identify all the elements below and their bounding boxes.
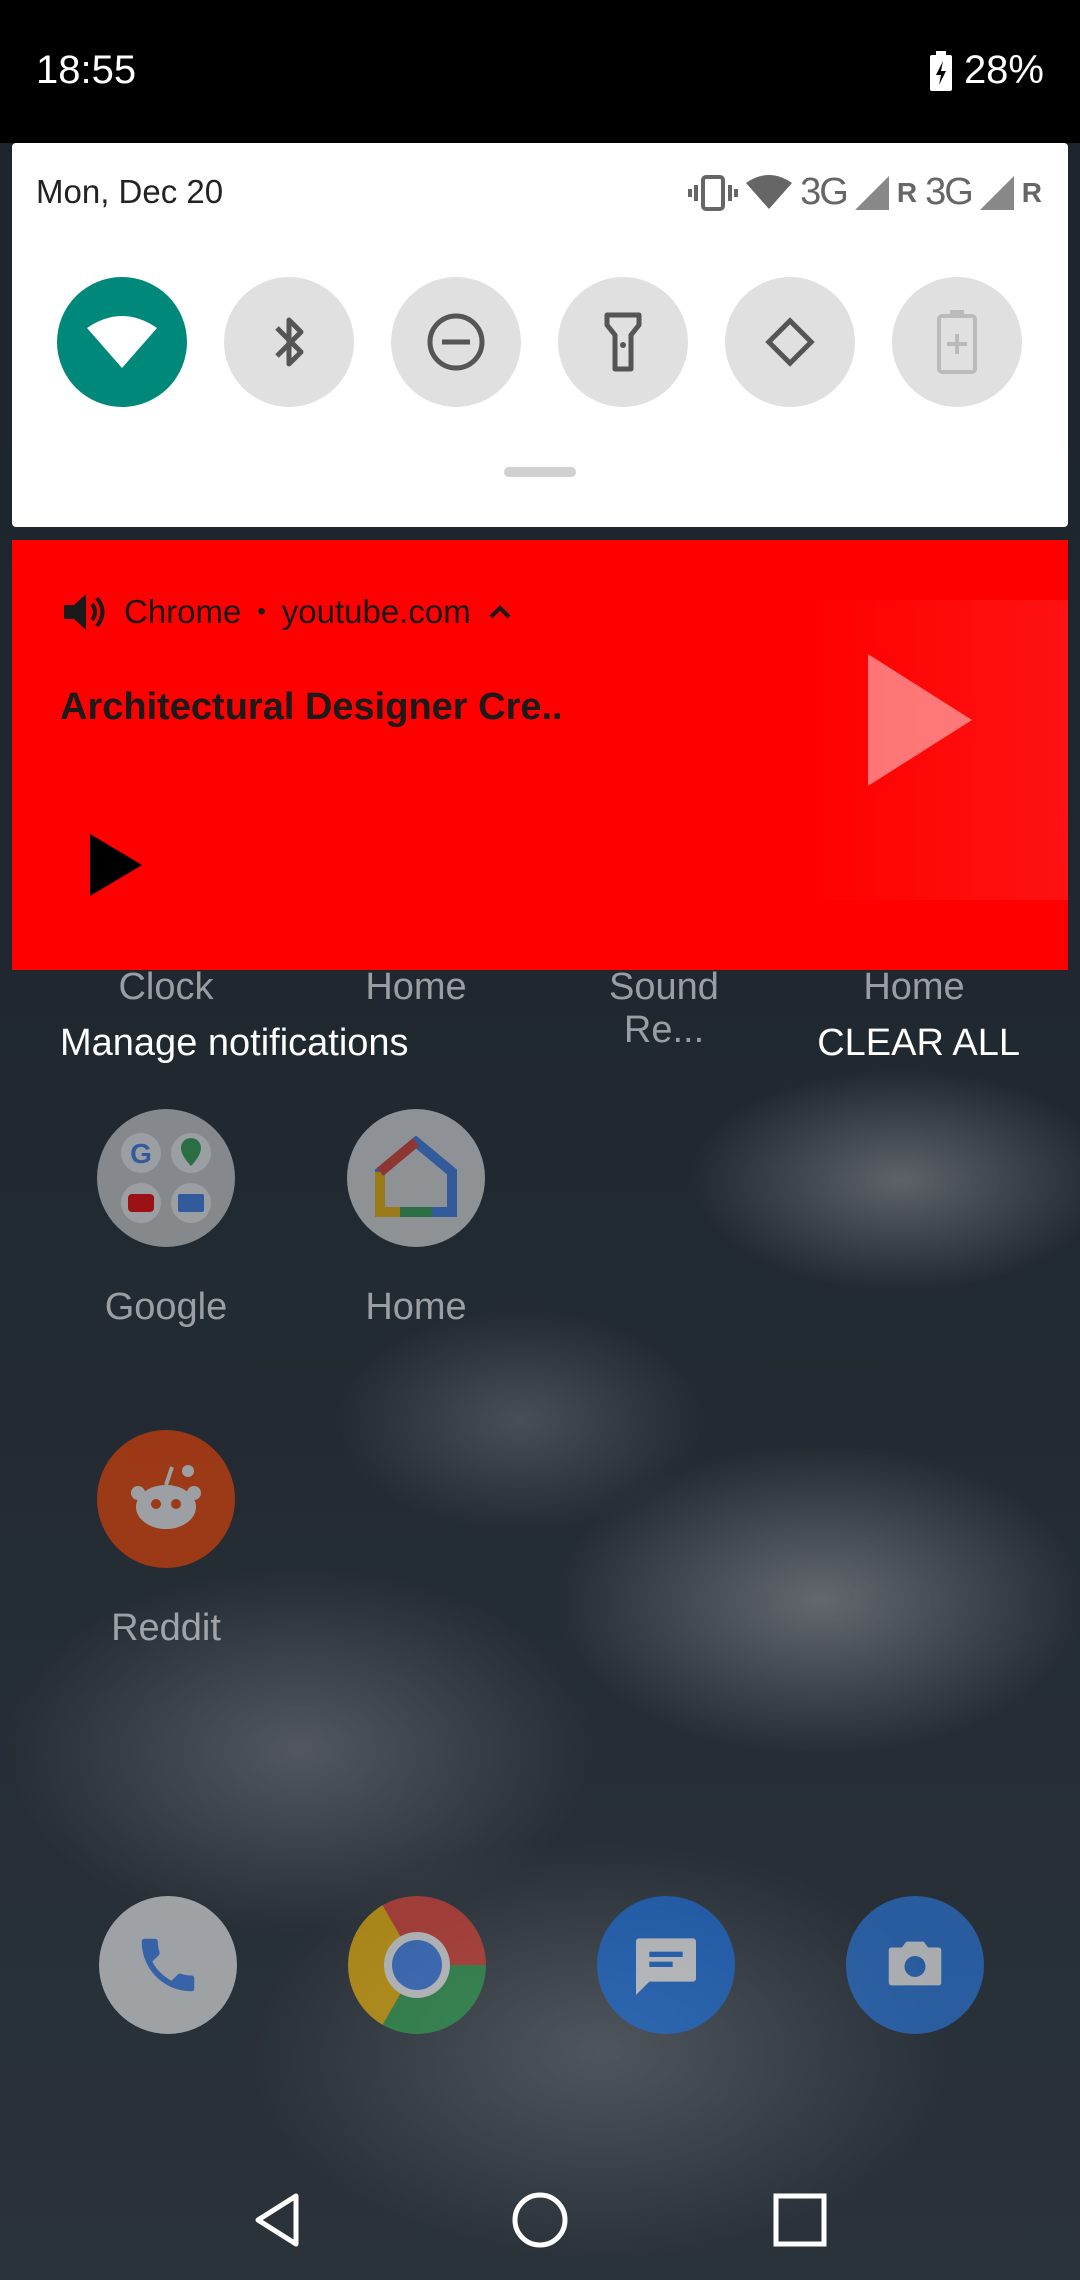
drag-handle[interactable] xyxy=(504,467,576,477)
battery-percent: 28% xyxy=(963,48,1044,92)
svg-text:G: G xyxy=(130,1138,152,1169)
tile-auto-rotate[interactable] xyxy=(725,277,855,407)
tile-wifi[interactable] xyxy=(57,277,187,407)
wifi-icon xyxy=(87,316,157,368)
flashlight-icon xyxy=(604,312,642,372)
battery-indicator: 28% xyxy=(929,48,1044,93)
roaming-indicator-2: R xyxy=(1021,176,1042,208)
recents-button[interactable] xyxy=(760,2180,840,2260)
clear-all-button[interactable]: CLEAR ALL xyxy=(817,1022,1020,1065)
dnd-icon xyxy=(427,313,485,371)
chrome-icon[interactable] xyxy=(348,1896,486,2034)
chrome-center xyxy=(384,1932,450,1998)
tile-battery-saver[interactable] xyxy=(892,277,1022,407)
roaming-indicator-1: R xyxy=(896,176,918,208)
camera-icon[interactable] xyxy=(846,1896,984,2034)
app-label-home-3: Home xyxy=(365,1286,467,1328)
status-bar: 18:55 28% xyxy=(0,0,1080,143)
clock-time: 18:55 xyxy=(36,48,137,92)
notification-app-name: Chrome xyxy=(124,593,242,630)
tile-do-not-disturb[interactable] xyxy=(391,277,521,407)
media-title: Architectural Designer Cre.. xyxy=(60,686,563,728)
rotate-icon xyxy=(765,317,815,367)
app-label-clock: Clock xyxy=(118,966,214,1008)
play-button[interactable] xyxy=(88,832,144,898)
battery-saver-icon xyxy=(937,310,977,374)
notification-separator: • xyxy=(257,598,266,625)
quick-settings-panel: Mon, Dec 20 3G R 3G R xyxy=(12,143,1068,527)
app-label-home-2: Home xyxy=(863,966,965,1008)
wifi-signal-icon xyxy=(746,174,793,209)
notification-site: youtube.com xyxy=(281,593,471,630)
network-type-2: 3G xyxy=(925,171,974,213)
network-type-1: 3G xyxy=(800,171,849,213)
google-folder-icon[interactable]: G xyxy=(97,1109,235,1247)
youtube-play-logo-icon xyxy=(868,654,972,786)
app-label-sound-recorder: Sound Re... xyxy=(609,966,719,1051)
battery-charging-icon xyxy=(929,50,952,91)
chrome-core xyxy=(392,1940,442,1990)
phone-icon[interactable] xyxy=(99,1896,237,2034)
google-home-icon[interactable] xyxy=(347,1109,485,1247)
navigation-bar xyxy=(0,2150,1080,2280)
app-label-reddit: Reddit xyxy=(111,1607,221,1649)
notification-header: Chrome • youtube.com xyxy=(62,592,513,632)
back-button[interactable] xyxy=(238,2180,318,2260)
app-label-google: Google xyxy=(104,1286,228,1328)
home-button[interactable] xyxy=(500,2180,580,2260)
messages-icon[interactable] xyxy=(597,1896,735,2034)
vibrate-icon xyxy=(688,174,739,211)
cell-signal-icon-2 xyxy=(979,175,1014,210)
media-notification[interactable]: Chrome • youtube.com Architectural Desig… xyxy=(12,540,1068,970)
cell-signal-icon-1 xyxy=(854,175,889,210)
tile-flashlight[interactable] xyxy=(558,277,688,407)
media-artwork xyxy=(808,600,1068,900)
app-label-home: Home xyxy=(365,966,467,1008)
reddit-icon[interactable] xyxy=(97,1430,235,1568)
manage-notifications-link[interactable]: Manage notifications xyxy=(60,1022,409,1065)
date-text: Mon, Dec 20 xyxy=(36,173,224,210)
tile-bluetooth[interactable] xyxy=(224,277,354,407)
bluetooth-icon xyxy=(275,317,304,367)
chevron-up-icon[interactable] xyxy=(487,603,513,621)
system-status-icons: 3G R 3G R xyxy=(688,171,1042,214)
speaker-icon xyxy=(64,594,105,630)
